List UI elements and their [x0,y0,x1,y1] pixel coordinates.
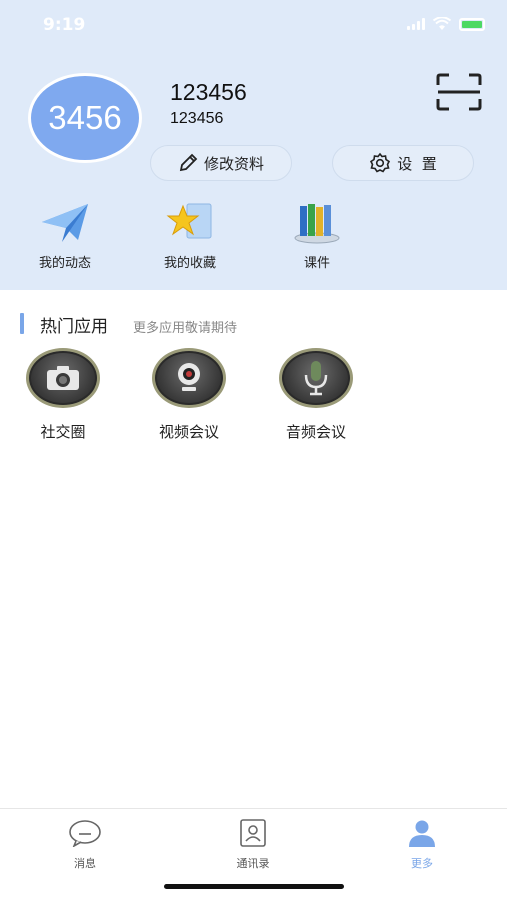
section-title: 热门应用 [40,317,108,337]
quick-link-courseware[interactable]: 课件 [272,200,362,271]
tab-label: 通讯录 [236,857,270,870]
app-audio-meeting[interactable]: 音频会议 [261,348,371,442]
tab-contacts[interactable]: 通讯录 [213,819,293,871]
settings-label: 设 置 [397,154,437,173]
avatar[interactable]: 3456 [28,73,142,163]
pencil-icon [179,153,198,172]
contacts-icon [240,819,266,847]
app-label: 音频会议 [285,423,346,441]
microphone-icon [279,348,353,408]
webcam-icon [152,348,226,408]
app-label: 社交圈 [40,423,86,441]
wifi-icon [433,17,451,30]
quick-link-my-posts[interactable]: 我的动态 [20,200,110,271]
battery-icon [459,17,485,31]
section-accent-bar [20,313,24,334]
user-icon [409,820,435,847]
app-social-circle[interactable]: 社交圈 [8,348,118,442]
quick-link-favorites[interactable]: 我的收藏 [145,200,235,271]
user-name: 123456 [170,79,247,105]
settings-button[interactable]: 设 置 [332,145,474,181]
paper-plane-icon [42,204,88,242]
section-subtitle: 更多应用敬请期待 [133,321,238,336]
status-icons [407,17,485,31]
quick-link-label: 我的动态 [38,256,91,271]
profile-header: 9:19 3456 123456 123456 修改资料 设 置 我的动态 我的… [0,0,507,290]
books-icon [294,204,340,244]
status-bar: 9:19 [0,0,507,50]
user-id: 123456 [170,110,224,127]
status-time: 9:19 [43,15,86,35]
camera-icon [26,348,100,408]
home-indicator[interactable] [164,884,344,889]
tab-label: 更多 [411,857,433,870]
gear-icon [370,152,391,173]
app-label: 视频会议 [158,423,219,441]
edit-profile-label: 修改资料 [203,154,264,173]
tab-more[interactable]: 更多 [382,819,462,871]
quick-link-label: 我的收藏 [163,256,216,271]
tab-label: 消息 [74,857,96,870]
star-icon [166,203,212,239]
app-video-meeting[interactable]: 视频会议 [134,348,244,442]
quick-link-label: 课件 [303,256,330,271]
chat-icon [69,820,101,848]
scan-icon[interactable] [436,73,482,111]
edit-profile-button[interactable]: 修改资料 [150,145,292,181]
tab-messages[interactable]: 消息 [45,819,125,871]
signal-icon [407,18,425,30]
